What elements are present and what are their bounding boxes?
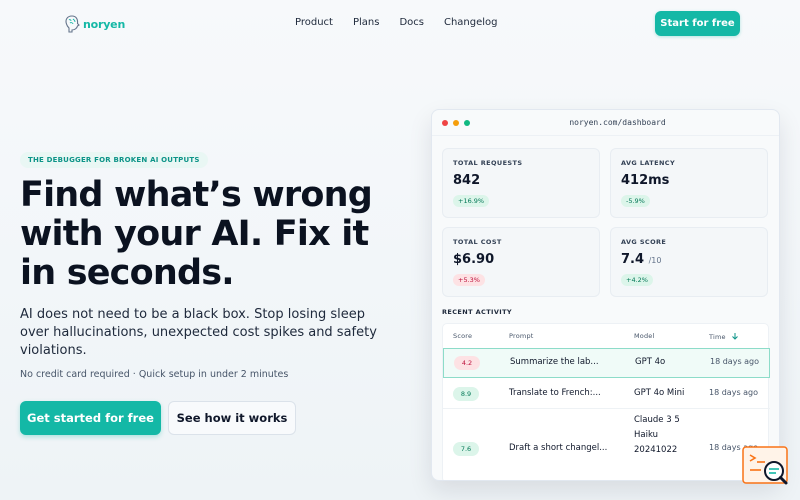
nav-link-docs[interactable]: Docs bbox=[399, 17, 424, 28]
get-started-button[interactable]: Get started for free bbox=[20, 401, 161, 435]
stat-delta-badge: +5.3% bbox=[453, 274, 485, 286]
model-cell: GPT 4o bbox=[635, 357, 666, 367]
chat-search-widget-icon[interactable] bbox=[741, 445, 791, 489]
stat-delta-badge: +4.2% bbox=[621, 274, 653, 286]
time-cell: 18 days ago bbox=[710, 357, 760, 366]
prompt-cell: Summarize the lab... bbox=[510, 357, 599, 367]
nav-link-plans[interactable]: Plans bbox=[353, 17, 379, 28]
prompt-cell: Draft a short changel... bbox=[509, 443, 608, 453]
recent-activity-heading: RECENT ACTIVITY bbox=[442, 308, 513, 316]
score-badge: 7.6 bbox=[453, 442, 479, 456]
nav-link-changelog[interactable]: Changelog bbox=[444, 17, 498, 28]
score-badge: 4.2 bbox=[454, 356, 480, 370]
model-cell: Claude 3 5 Haiku 20241022 bbox=[634, 415, 680, 455]
stat-label: AVG SCORE bbox=[621, 238, 667, 246]
dashboard-preview: noryen.com/dashboard TOTAL REQUESTS 842 … bbox=[431, 109, 780, 481]
column-header-score[interactable]: Score bbox=[453, 332, 472, 340]
start-for-free-button[interactable]: Start for free bbox=[655, 11, 740, 36]
column-header-time[interactable]: Time bbox=[709, 332, 739, 341]
brain-logo-icon bbox=[65, 15, 80, 33]
column-header-model[interactable]: Model bbox=[634, 332, 655, 340]
hero-eyebrow-badge: THE DEBUGGER FOR BROKEN AI OUTPUTS bbox=[20, 152, 208, 168]
stat-label: TOTAL COST bbox=[453, 238, 502, 246]
nav-link-product[interactable]: Product bbox=[295, 17, 333, 28]
stat-value: 842 bbox=[453, 173, 481, 188]
stat-label: TOTAL REQUESTS bbox=[453, 159, 523, 167]
stat-value: $6.90 bbox=[453, 252, 495, 267]
stat-value: 412ms bbox=[621, 173, 670, 188]
stat-unit: /10 bbox=[648, 256, 662, 265]
table-row[interactable]: 4.2 Summarize the lab... GPT 4o 18 days … bbox=[443, 348, 770, 378]
score-badge: 8.9 bbox=[453, 387, 479, 401]
see-how-it-works-button[interactable]: See how it works bbox=[168, 401, 296, 435]
prompt-cell: Translate to French:... bbox=[509, 388, 601, 398]
stat-value: 7.4 /10 bbox=[621, 252, 662, 267]
stat-card-total-cost: TOTAL COST $6.90 +5.3% bbox=[442, 227, 600, 297]
stat-card-avg-latency: AVG LATENCY 412ms -5.9% bbox=[610, 148, 768, 218]
time-cell: 18 days ago bbox=[709, 388, 759, 397]
sort-arrow-down-icon bbox=[732, 333, 738, 340]
column-header-prompt[interactable]: Prompt bbox=[509, 332, 534, 340]
stat-card-total-requests: TOTAL REQUESTS 842 +16.9% bbox=[442, 148, 600, 218]
browser-bar: noryen.com/dashboard bbox=[432, 110, 779, 136]
hero-subcopy: AI does not need to be a black box. Stop… bbox=[20, 307, 377, 358]
stat-delta-badge: +16.9% bbox=[453, 195, 490, 207]
brand-logo[interactable]: noryen bbox=[64, 14, 125, 34]
nav-links: Product Plans Docs Changelog bbox=[295, 17, 498, 28]
table-row[interactable]: 7.6 Draft a short changel... Claude 3 5 … bbox=[443, 409, 770, 480]
stat-card-avg-score: AVG SCORE 7.4 /10 +4.2% bbox=[610, 227, 768, 297]
activity-table: Score Prompt Model Time 4.2 Summarize th… bbox=[442, 323, 770, 480]
model-cell: GPT 4o Mini bbox=[634, 388, 685, 398]
hero-headline: Find what’s wrong with your AI. Fix it i… bbox=[20, 175, 373, 293]
top-navigation: noryen Product Plans Docs Changelog Star… bbox=[0, 0, 800, 48]
stat-label: AVG LATENCY bbox=[621, 159, 676, 167]
stat-delta-badge: -5.9% bbox=[621, 195, 650, 207]
table-row[interactable]: 8.9 Translate to French:... GPT 4o Mini … bbox=[443, 379, 770, 408]
hero-note: No credit card required · Quick setup in… bbox=[20, 369, 289, 380]
brand-name: noryen bbox=[83, 17, 126, 31]
dashboard-url: noryen.com/dashboard bbox=[569, 118, 666, 127]
